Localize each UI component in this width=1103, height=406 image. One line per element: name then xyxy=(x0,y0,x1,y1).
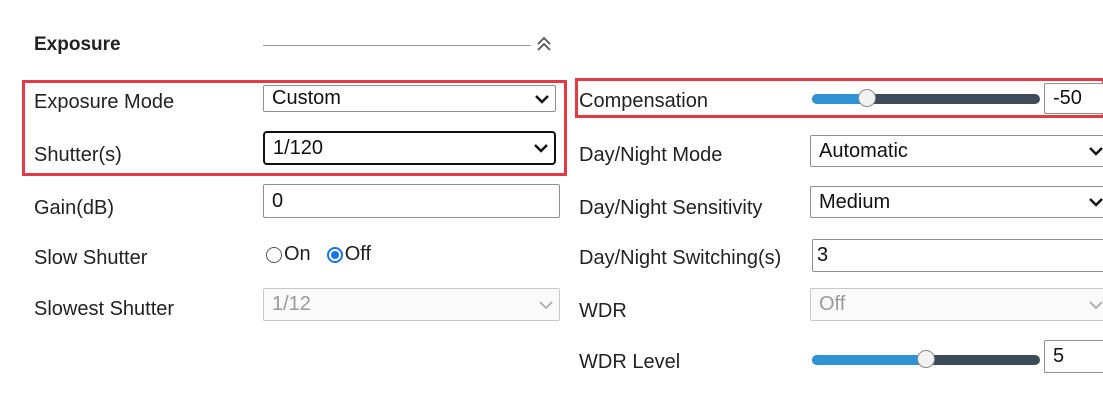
slider-fill xyxy=(812,355,926,365)
day-night-switching-label: Day/Night Switching(s) xyxy=(579,247,782,269)
chevron-down-icon xyxy=(1083,289,1103,320)
day-night-switching-input[interactable]: 3 xyxy=(812,239,1103,272)
collapse-icon[interactable] xyxy=(535,33,553,55)
wdr-level-slider[interactable] xyxy=(812,349,1040,371)
exposure-mode-value: Custom xyxy=(272,87,341,109)
slow-shutter-on-label: On xyxy=(284,243,311,265)
double-chevron-up-icon xyxy=(537,36,551,51)
shutter-select[interactable]: 1/120 xyxy=(263,131,556,165)
slow-shutter-label: Slow Shutter xyxy=(34,247,148,269)
section-title: Exposure xyxy=(34,34,121,55)
chevron-down-icon xyxy=(529,86,555,111)
wdr-label: WDR xyxy=(579,300,627,322)
slider-thumb[interactable] xyxy=(858,89,876,107)
slow-shutter-off-label: Off xyxy=(344,243,371,265)
day-night-sensitivity-select[interactable]: Medium xyxy=(810,186,1103,218)
day-night-sensitivity-label: Day/Night Sensitivity xyxy=(579,197,763,219)
compensation-label: Compensation xyxy=(579,90,708,112)
wdr-level-input[interactable]: 5 xyxy=(1044,340,1103,373)
compensation-slider[interactable] xyxy=(812,88,1040,110)
slow-shutter-on-radio[interactable] xyxy=(266,246,282,263)
wdr-value: Off xyxy=(819,293,846,315)
compensation-input[interactable]: -50 xyxy=(1044,83,1103,114)
wdr-select: Off xyxy=(810,288,1103,321)
slowest-shutter-select: 1/12 xyxy=(263,288,560,321)
slider-thumb[interactable] xyxy=(917,350,935,368)
wdr-level-label: WDR Level xyxy=(579,351,681,373)
shutter-label: Shutter(s) xyxy=(34,144,122,166)
gain-input[interactable]: 0 xyxy=(263,184,560,218)
day-night-mode-select[interactable]: Automatic xyxy=(810,135,1103,167)
section-divider xyxy=(263,45,531,46)
slowest-shutter-value: 1/12 xyxy=(272,293,311,315)
chevron-down-icon xyxy=(533,289,559,320)
day-night-sensitivity-value: Medium xyxy=(819,190,891,213)
gain-label: Gain(dB) xyxy=(34,197,115,219)
slowest-shutter-label: Slowest Shutter xyxy=(34,298,175,320)
exposure-mode-select[interactable]: Custom xyxy=(263,85,556,112)
day-night-mode-label: Day/Night Mode xyxy=(579,144,723,166)
shutter-value: 1/120 xyxy=(273,136,324,159)
chevron-down-icon xyxy=(528,133,554,163)
slow-shutter-off-radio[interactable] xyxy=(326,246,343,263)
chevron-down-icon xyxy=(1083,187,1103,217)
day-night-mode-value: Automatic xyxy=(819,139,908,162)
chevron-down-icon xyxy=(1083,136,1103,166)
exposure-mode-label: Exposure Mode xyxy=(34,91,175,113)
slow-shutter-radio-group: On Off xyxy=(266,243,371,266)
